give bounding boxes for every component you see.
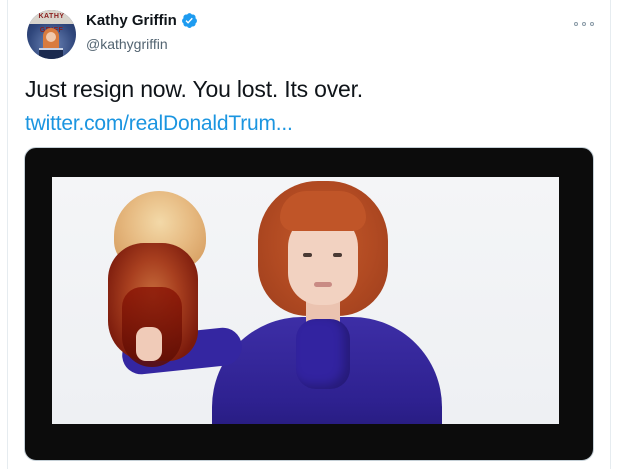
photo-eye <box>333 253 342 257</box>
verified-badge-icon <box>181 13 197 28</box>
author-handle[interactable]: @kathygriffin <box>86 36 168 52</box>
photo-bow <box>296 319 350 389</box>
photo-eye <box>303 253 312 257</box>
more-dot <box>590 22 594 26</box>
tweet-link[interactable]: twitter.com/realDonaldTrum... <box>25 112 293 136</box>
avatar-seal-text: KATHY GRIFF <box>27 10 76 34</box>
author-display-name[interactable]: Kathy Griffin <box>86 12 177 29</box>
tweet-media[interactable] <box>24 147 594 461</box>
photo-lips <box>314 282 332 287</box>
photo-bangs <box>280 191 366 231</box>
media-photo <box>52 177 559 424</box>
author-name-row: Kathy Griffin <box>86 12 198 29</box>
avatar-face <box>46 32 56 42</box>
avatar-podium <box>39 48 63 59</box>
more-dot <box>574 22 578 26</box>
tweet-text: Just resign now. You lost. Its over. <box>25 76 364 102</box>
more-options-icon[interactable] <box>574 18 594 30</box>
more-dot <box>582 22 586 26</box>
photo-hand <box>136 327 162 361</box>
author-avatar[interactable]: KATHY GRIFF <box>27 10 76 59</box>
